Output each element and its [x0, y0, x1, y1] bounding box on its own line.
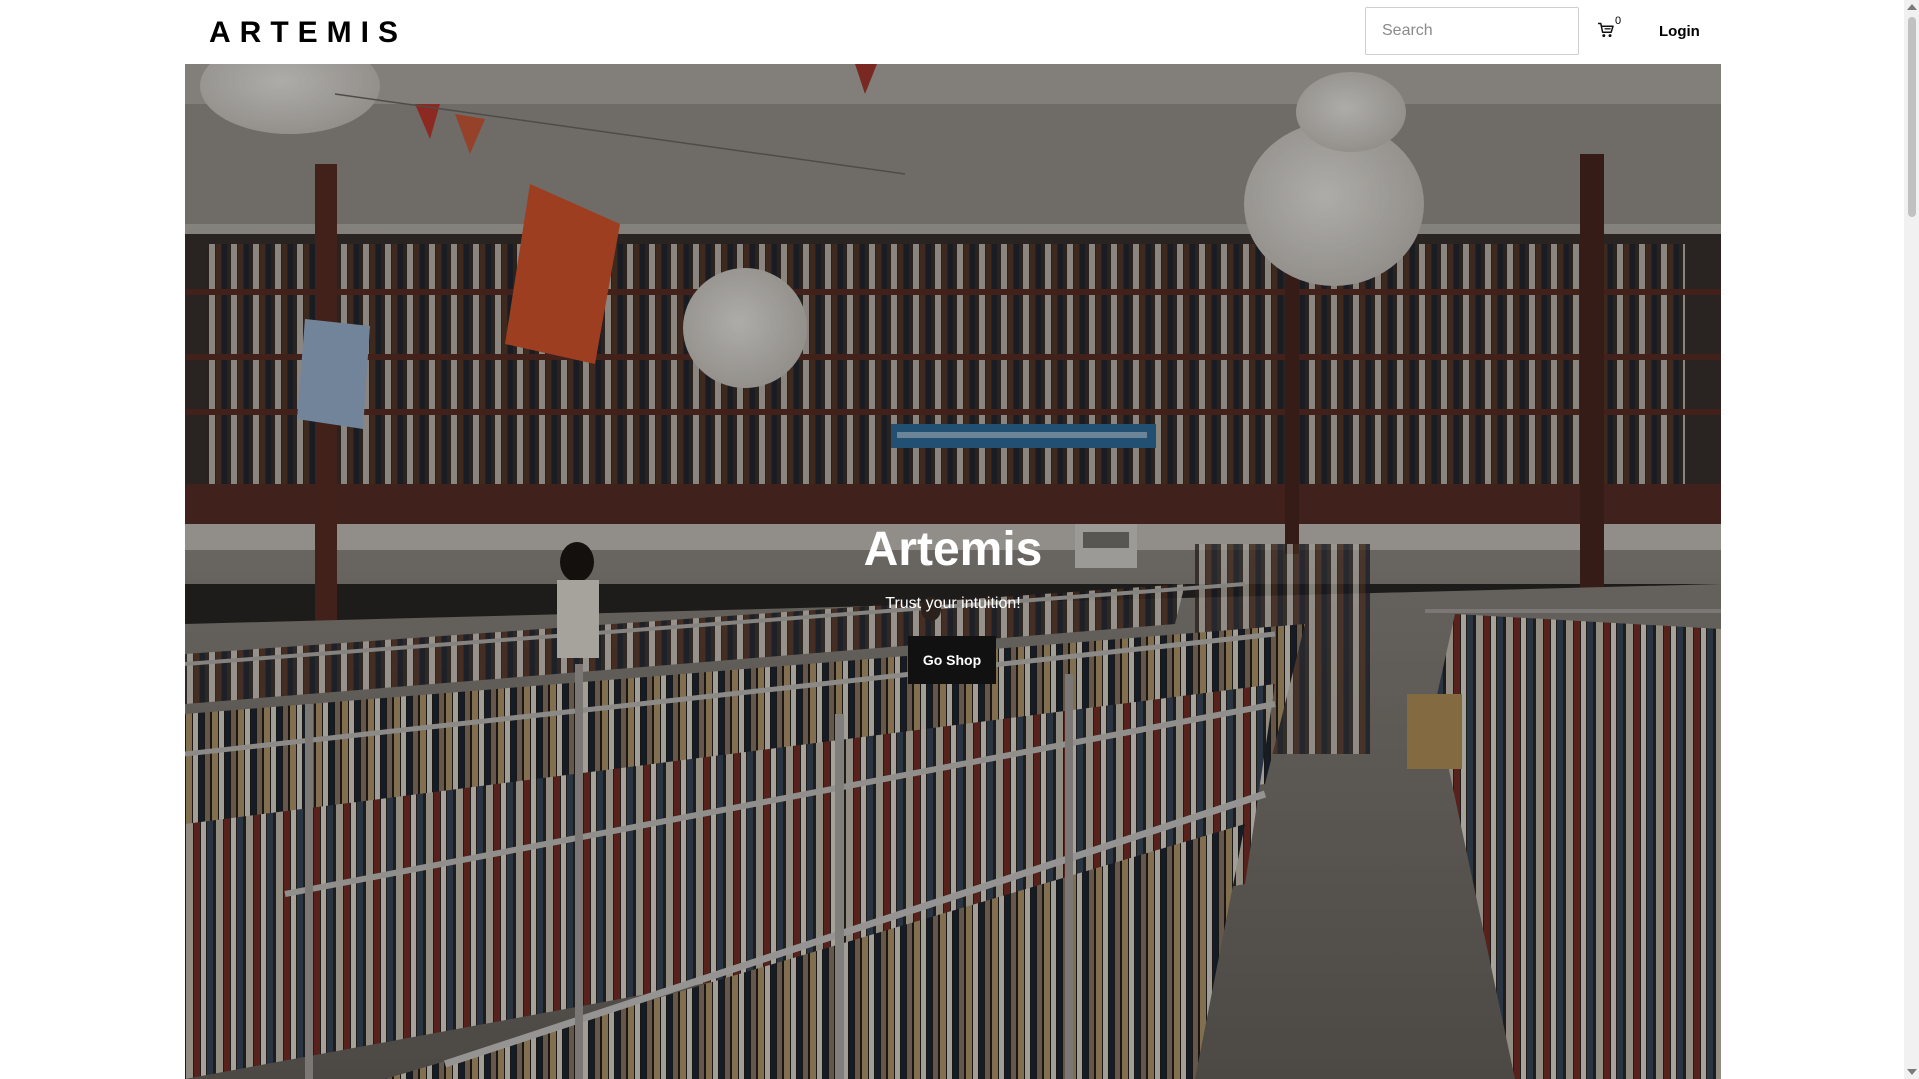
hero-banner: Artemis Trust your intuition! Go Shop — [185, 64, 1721, 1079]
navbar: ARTEMIS 0 Login — [185, 0, 1721, 64]
hero-subtitle: Trust your intuition! — [885, 595, 1021, 612]
search-input[interactable] — [1365, 7, 1579, 55]
go-shop-button[interactable]: Go Shop — [908, 636, 996, 684]
brand-logo[interactable]: ARTEMIS — [209, 16, 407, 50]
scrollbar-thumb[interactable] — [1908, 17, 1916, 217]
vertical-scrollbar[interactable] — [1904, 0, 1919, 1079]
cart-count-badge: 0 — [1615, 15, 1622, 27]
scroll-down-arrow-icon[interactable] — [1907, 1069, 1917, 1075]
shopping-cart-icon — [1598, 22, 1614, 38]
cart-button[interactable]: 0 — [1598, 15, 1626, 44]
login-link[interactable]: Login — [1659, 22, 1700, 42]
page: ARTEMIS 0 Login — [0, 0, 1919, 1079]
hero-title: Artemis — [863, 523, 1043, 576]
scroll-up-arrow-icon[interactable] — [1907, 4, 1917, 10]
